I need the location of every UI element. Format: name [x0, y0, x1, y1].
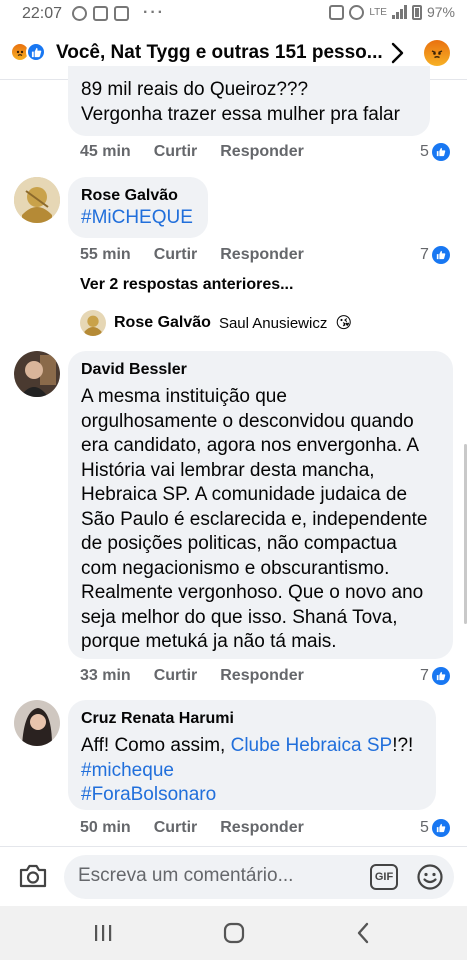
comment-input[interactable] [78, 865, 358, 887]
system-navigation-bar [0, 906, 467, 960]
comment-composer: GIF [0, 846, 467, 906]
comment-bubble[interactable]: Rose Galvão #MiCHEQUE [68, 177, 208, 238]
like-icon [431, 819, 450, 837]
reply-link[interactable]: Responder [220, 819, 304, 837]
comment-bubble[interactable]: David Bessler A mesma instituição que or… [68, 351, 453, 659]
view-previous-replies[interactable]: Ver 2 respostas anteriores... [80, 276, 293, 294]
system-icons: LTE 97% [329, 4, 455, 20]
reply-author[interactable]: Rose Galvão [114, 314, 211, 332]
comment-like-count[interactable]: 5 [420, 143, 450, 161]
like-count: 5 [420, 143, 429, 160]
home-icon[interactable] [222, 920, 246, 946]
reply-preview[interactable]: Rose Galvão Saul Anusiewicz 😘 [80, 310, 352, 336]
comment-time: 45 min [80, 143, 131, 160]
comment-text-line: Vergonha trazer essa mulher pra falar [81, 103, 400, 125]
like-link[interactable]: Curtir [154, 143, 198, 161]
comment-author[interactable]: David Bessler [81, 360, 440, 380]
like-link[interactable]: Curtir [154, 667, 198, 685]
comment-actions: 33 min Curtir Responder [80, 667, 327, 685]
notification-icons: ··· [72, 4, 165, 22]
avatar[interactable] [14, 700, 60, 746]
comment-text: !?! [392, 735, 414, 756]
comment-author[interactable]: Cruz Renata Harumi [81, 709, 423, 729]
like-count: 7 [420, 246, 429, 263]
comment-time: 55 min [80, 246, 131, 263]
comment-bubble[interactable]: 89 mil reais do Queiroz??? Vergonha traz… [68, 66, 430, 136]
back-icon[interactable] [354, 920, 372, 946]
comment-text-line: de posições politicas, não compactua [81, 533, 397, 554]
like-icon [431, 246, 450, 264]
reply-text: Saul Anusiewicz [218, 314, 328, 332]
comment-actions: 45 min Curtir Responder [80, 143, 327, 161]
reply-link[interactable]: Responder [220, 667, 304, 685]
whatsapp-icon [72, 5, 87, 21]
like-count: 7 [420, 667, 429, 684]
status-bar: 22:07 ··· LTE 97% [0, 0, 467, 28]
comment-text: Aff! Como assim, [81, 735, 231, 756]
comment-like-count[interactable]: 7 [420, 667, 450, 685]
comment-text-line: Aff! Como assim, Clube Hebraica SP!?! [81, 734, 423, 759]
more-notifications-icon: ··· [143, 4, 165, 21]
avatar [80, 310, 106, 336]
comment-actions: 55 min Curtir Responder [80, 246, 327, 264]
angry-reaction-button-icon[interactable] [424, 40, 450, 66]
comment-bubble[interactable]: Cruz Renata Harumi Aff! Como assim, Club… [68, 700, 436, 810]
status-time: 22:07 [22, 5, 63, 22]
comment-text-line: 89 mil reais do Queiroz??? [81, 79, 309, 100]
comment-text-line: seja melhor do que isso. Shaná Tova, [81, 606, 398, 628]
comment-text-line: São Paulo é esclarecida e, independente [81, 508, 428, 530]
comment-text-line: porque metuká ja não tá mais. [81, 631, 337, 652]
comment-author[interactable]: Rose Galvão [81, 186, 195, 206]
gif-button[interactable]: GIF [370, 864, 398, 890]
like-link[interactable]: Curtir [154, 819, 198, 837]
like-icon [431, 143, 450, 161]
nfc-icon [329, 4, 345, 20]
like-icon [431, 667, 450, 685]
comment-like-count[interactable]: 7 [420, 246, 450, 264]
avatar[interactable] [14, 177, 60, 223]
comment-like-count[interactable]: 5 [420, 819, 450, 837]
mention-link[interactable]: Clube Hebraica SP [231, 735, 393, 756]
comment-text-line: com negacionismo e obscurantismo. [81, 557, 390, 579]
alarm-icon [349, 4, 365, 20]
comment-text-line: Realmente vergonhoso. Que o novo ano [81, 582, 424, 603]
app-notification-icon [114, 5, 129, 21]
reply-link[interactable]: Responder [220, 246, 304, 264]
recent-apps-icon[interactable] [92, 920, 114, 946]
comment-text-line: História vai lembrar desta mancha, [81, 459, 375, 481]
comment-text-line: era candidato, agora nos envergonha. A [81, 435, 420, 456]
hashtag-link[interactable]: #ForaBolsonaro [81, 783, 423, 808]
battery-icon [411, 4, 422, 20]
gallery-icon [93, 5, 108, 21]
comment-input-container[interactable]: GIF [64, 855, 454, 899]
like-reaction-icon [26, 42, 46, 62]
like-link[interactable]: Curtir [154, 246, 198, 264]
reply-link[interactable]: Responder [220, 143, 304, 161]
network-label: LTE [369, 6, 387, 18]
camera-icon[interactable] [18, 863, 48, 894]
like-count: 5 [420, 819, 429, 836]
comment-text-line: orgulhosamente o desconvidou quando [81, 410, 414, 432]
comment-actions: 50 min Curtir Responder [80, 819, 327, 837]
hashtag-link[interactable]: #micheque [81, 759, 423, 784]
comment-body: A mesma instituição que orgulhosamente o… [81, 385, 440, 655]
battery-level: 97% [426, 4, 455, 20]
reaction-icons [10, 42, 46, 62]
avatar[interactable] [14, 351, 60, 397]
kiss-emoji: 😘 [335, 315, 353, 332]
comment-time: 50 min [80, 819, 131, 836]
comment-text-line: A mesma instituição que [81, 386, 287, 407]
hashtag-link[interactable]: #MiCHEQUE [81, 206, 195, 231]
comment-text-line: Hebraica SP. A comunidade judaica de [81, 484, 408, 505]
emoji-icon[interactable] [416, 863, 444, 896]
signal-icon [391, 5, 407, 19]
page-title: Você, Nat Tygg e outras 151 pesso... [56, 42, 383, 63]
comment-time: 33 min [80, 667, 131, 684]
